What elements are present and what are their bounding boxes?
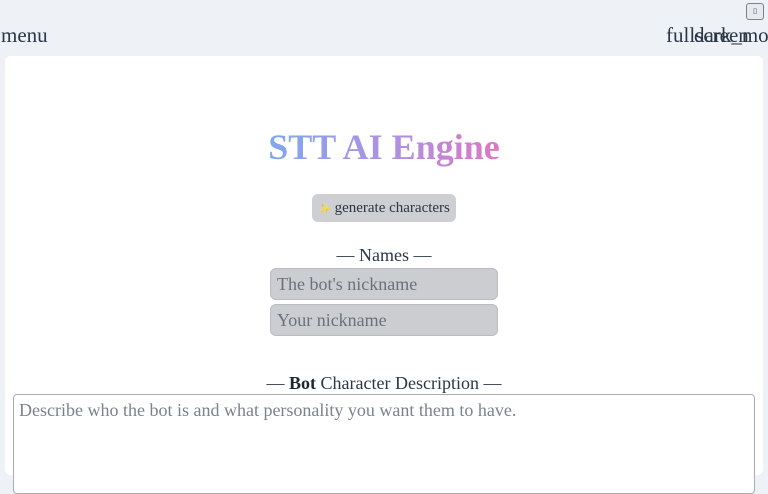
page-title: STT AI Engine <box>5 126 763 168</box>
dark-mode-button[interactable]: dark_mode <box>694 23 768 47</box>
page-title-text: STT AI Engine <box>268 127 500 167</box>
menu-button[interactable]: menu <box>1 23 48 47</box>
sparkle-icon: ✨ <box>318 204 331 215</box>
generate-characters-label: generate characters <box>334 200 450 216</box>
main-card: STT AI Engine ✨ generate characters — Nam… <box>5 56 763 494</box>
top-right-controls: fullscreen dark_mode <box>664 23 768 47</box>
user-nickname-input[interactable] <box>270 304 498 336</box>
bot-description-textarea[interactable] <box>13 394 755 494</box>
names-section-label: — Names — <box>336 245 432 265</box>
description-section-label: — Bot Character Description — <box>5 372 763 394</box>
description-label-bold: Bot <box>289 373 317 393</box>
top-bar: menu fullscreen dark_mode ▯ <box>0 0 768 55</box>
generate-characters-button[interactable]: ✨ generate characters <box>312 194 456 222</box>
bot-nickname-input[interactable] <box>270 268 498 300</box>
description-label-suffix: Character Description — <box>316 373 502 393</box>
description-label-prefix: — <box>266 373 290 393</box>
small-toggle-button[interactable]: ▯ <box>746 3 764 20</box>
